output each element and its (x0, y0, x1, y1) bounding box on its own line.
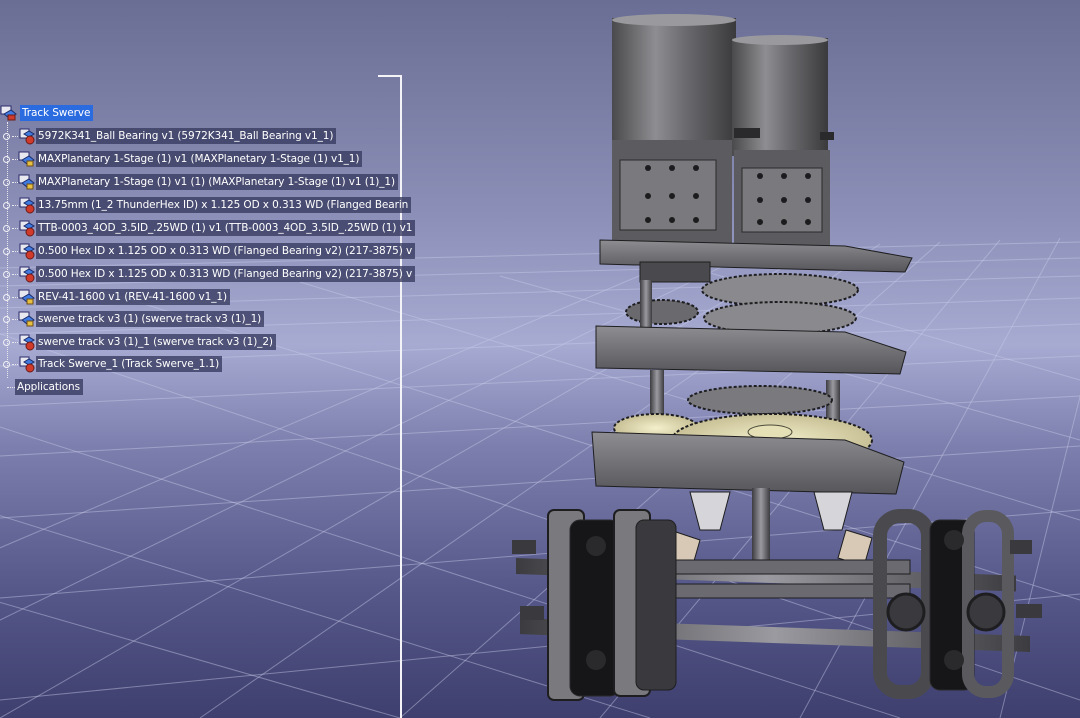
axle-end (512, 540, 536, 554)
tree-node-label[interactable]: swerve track v3 (1) (swerve track v3 (1)… (36, 311, 265, 327)
part-icon (19, 243, 35, 260)
tree-node[interactable]: 13.75mm (1_2 ThunderHex ID) x 1.125 OD x… (0, 196, 412, 214)
axle-housing (659, 583, 911, 599)
tree-root-node[interactable]: Track Swerve (0, 104, 94, 122)
tree-node[interactable]: MAXPlanetary 1-Stage (1) v1 (MAXPlanetar… (0, 150, 363, 168)
expand-toggle[interactable] (3, 247, 10, 255)
expand-toggle[interactable] (3, 293, 10, 301)
expand-toggle[interactable] (3, 338, 10, 346)
tree-node[interactable]: MAXPlanetary 1-Stage (1) v1 (1) (MAXPlan… (0, 173, 398, 191)
expand-toggle[interactable] (3, 155, 10, 163)
middle-plate (595, 325, 907, 375)
expand-toggle[interactable] (3, 224, 10, 232)
tree-node-label[interactable]: swerve track v3 (1)_1 (swerve track v3 (… (36, 334, 276, 350)
axle-end (1016, 604, 1042, 618)
tree-node-label[interactable]: Applications (15, 379, 83, 395)
tree-node[interactable]: 5972K341_Ball Bearing v1 (5972K341_Ball … (0, 127, 337, 145)
expand-toggle[interactable] (3, 132, 10, 140)
part-icon (19, 334, 35, 351)
part-icon (19, 356, 35, 373)
tree-node[interactable]: swerve track v3 (1)_1 (swerve track v3 (… (0, 333, 276, 351)
product-icon (18, 311, 35, 327)
part-icon (19, 128, 35, 145)
tree-frame (378, 75, 402, 718)
product-icon (18, 174, 35, 190)
tree-node-label[interactable]: 0.500 Hex ID x 1.125 OD x 0.313 WD (Flan… (36, 266, 416, 282)
tree-node[interactable]: Track Swerve_1 (Track Swerve_1.1) (0, 355, 223, 373)
tree-node-applications[interactable]: Applications (0, 378, 83, 396)
axle-end (520, 606, 544, 620)
tree-node[interactable]: TTB-0003_4OD_3.5ID_.25WD (1) v1 (TTB-000… (0, 219, 416, 237)
part-icon (19, 266, 35, 283)
expand-toggle[interactable] (3, 201, 10, 209)
part-icon (19, 220, 35, 237)
tree-node[interactable]: REV-41-1600 v1 (REV-41-1600 v1_1) (0, 288, 230, 306)
part-icon (19, 197, 35, 214)
tree-node-label[interactable]: MAXPlanetary 1-Stage (1) v1 (1) (MAXPlan… (36, 174, 398, 190)
tree-node-label[interactable]: TTB-0003_4OD_3.5ID_.25WD (1) v1 (TTB-000… (36, 220, 416, 236)
bevel-gear (813, 491, 853, 531)
tree-node[interactable]: 0.500 Hex ID x 1.125 OD x 0.313 WD (Flan… (0, 242, 416, 260)
tree-node-label[interactable]: Track Swerve (20, 105, 94, 121)
tree-node-label[interactable]: Track Swerve_1 (Track Swerve_1.1) (36, 356, 223, 372)
tree-node-label[interactable]: MAXPlanetary 1-Stage (1) v1 (MAXPlanetar… (36, 151, 363, 167)
motor-left (612, 14, 736, 250)
tree-node-label[interactable]: 13.75mm (1_2 ThunderHex ID) x 1.125 OD x… (36, 197, 412, 213)
motor-right (732, 35, 834, 250)
upper-gears (625, 261, 859, 335)
tree-node-label[interactable]: 0.500 Hex ID x 1.125 OD x 0.313 WD (Flan… (36, 243, 416, 259)
expand-toggle[interactable] (3, 270, 10, 278)
tree-node[interactable]: swerve track v3 (1) (swerve track v3 (1)… (0, 310, 265, 328)
expand-toggle[interactable] (3, 360, 10, 368)
expand-toggle[interactable] (3, 315, 10, 323)
bevel-gear (689, 491, 731, 531)
tree-node[interactable]: 0.500 Hex ID x 1.125 OD x 0.313 WD (Flan… (0, 265, 416, 283)
product-icon (18, 151, 35, 167)
expand-toggle[interactable] (3, 178, 10, 186)
axle-end (1010, 540, 1032, 554)
tree-node-label[interactable]: 5972K341_Ball Bearing v1 (5972K341_Ball … (36, 128, 337, 144)
track-module-left (547, 509, 677, 701)
product-icon (0, 105, 17, 121)
axle-housing (659, 559, 911, 575)
product-icon (18, 289, 35, 305)
tree-node-label[interactable]: REV-41-1600 v1 (REV-41-1600 v1_1) (36, 289, 230, 305)
swerve-model[interactable] (512, 14, 1042, 701)
